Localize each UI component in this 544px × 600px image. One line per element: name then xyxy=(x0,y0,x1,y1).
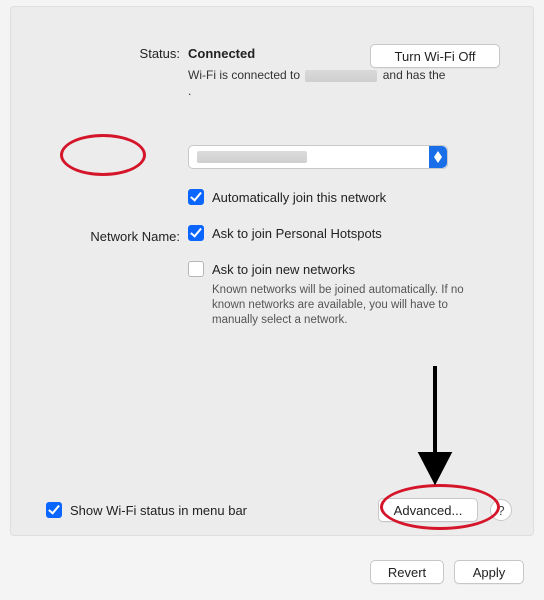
status-value: Connected xyxy=(188,46,255,61)
status-desc-prefix: Wi-Fi is connected to xyxy=(188,68,300,82)
show-status-checkbox[interactable] xyxy=(46,502,62,518)
advanced-button-label: Advanced... xyxy=(394,503,463,518)
turn-wifi-off-label: Turn Wi-Fi Off xyxy=(395,49,476,64)
status-label: Status: xyxy=(140,46,180,61)
help-button[interactable]: ? xyxy=(490,499,512,521)
new-networks-label: Ask to join new networks xyxy=(212,262,355,277)
apply-button-label: Apply xyxy=(473,565,506,580)
dropdown-arrows-icon xyxy=(429,146,447,168)
network-name-label: Network Name: xyxy=(90,229,180,244)
revert-button-label: Revert xyxy=(388,565,426,580)
turn-wifi-off-button[interactable]: Turn Wi-Fi Off xyxy=(370,44,500,68)
apply-button[interactable]: Apply xyxy=(454,560,524,584)
wifi-settings-panel: Status: Connected Wi-Fi is connected to … xyxy=(10,6,534,536)
hotspots-row: Ask to join Personal Hotspots xyxy=(188,225,512,241)
show-status-label: Show Wi-Fi status in menu bar xyxy=(70,503,247,518)
redacted-ssid xyxy=(305,70,377,82)
status-description: Wi-Fi is connected to and has the . xyxy=(188,67,488,99)
revert-button[interactable]: Revert xyxy=(370,560,444,584)
network-name-row: Network Name: Automatically join this ne… xyxy=(10,145,534,328)
panel-bottom-bar: Show Wi-Fi status in menu bar Advanced..… xyxy=(10,498,534,522)
help-icon: ? xyxy=(497,503,504,518)
auto-join-label: Automatically join this network xyxy=(212,190,386,205)
status-desc-suffix: and has the xyxy=(383,68,446,82)
redacted-network-name xyxy=(197,151,307,163)
new-networks-row: Ask to join new networks xyxy=(188,261,512,277)
footer-buttons: Revert Apply xyxy=(370,560,524,584)
hotspots-checkbox[interactable] xyxy=(188,225,204,241)
network-name-select[interactable] xyxy=(188,145,448,169)
new-networks-checkbox[interactable] xyxy=(188,261,204,277)
hotspots-label: Ask to join Personal Hotspots xyxy=(212,226,382,241)
status-desc-end: . xyxy=(188,84,191,98)
auto-join-row: Automatically join this network xyxy=(188,189,512,205)
auto-join-checkbox[interactable] xyxy=(188,189,204,205)
advanced-button[interactable]: Advanced... xyxy=(378,498,478,522)
new-networks-help-text: Known networks will be joined automatica… xyxy=(212,283,472,328)
annotation-arrow-icon xyxy=(415,366,455,486)
